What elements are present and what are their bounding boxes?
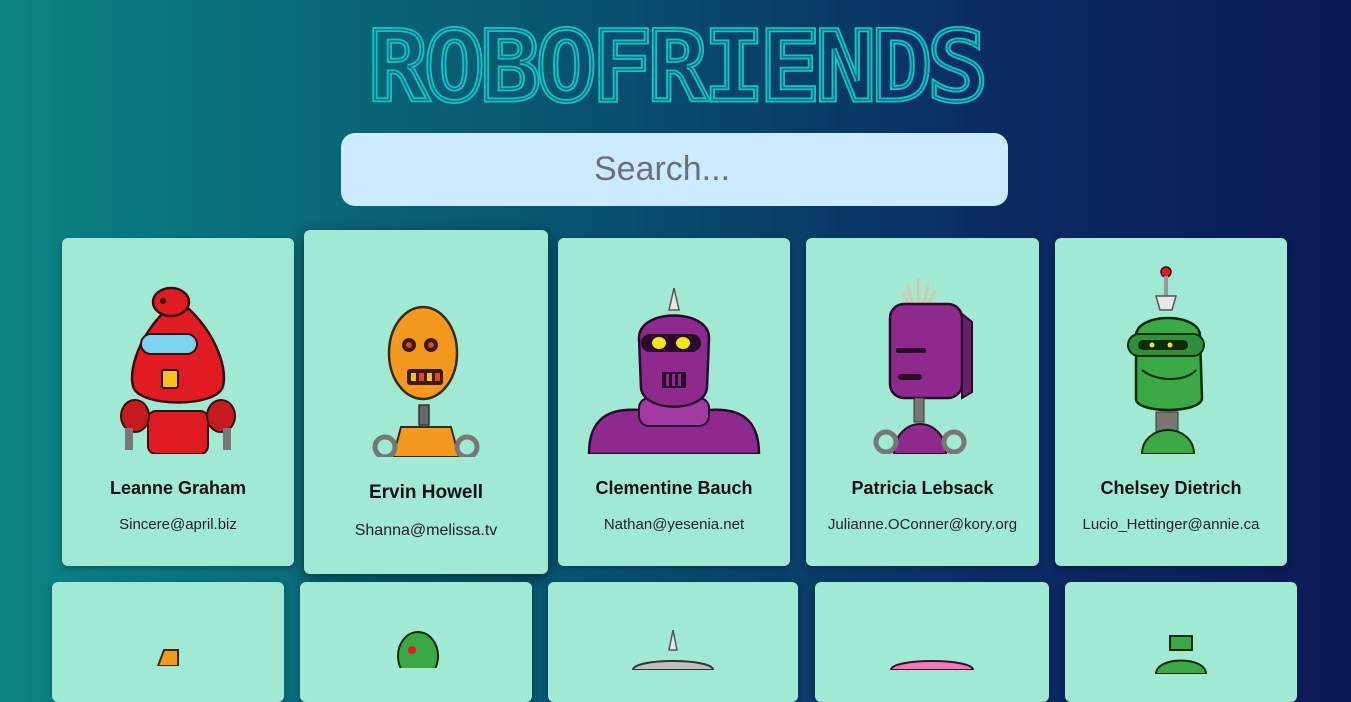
robot-card[interactable]: Leanne Graham Sincere@april.biz [62,238,294,566]
robot-email: Lucio_Hettinger@annie.ca [1082,516,1260,533]
robot-card[interactable] [1065,582,1297,702]
robot-card[interactable] [52,582,284,702]
robot-card[interactable] [548,582,798,702]
robot-avatar-image [120,286,236,454]
robot-avatar-image [587,288,761,454]
robot-avatar-image [156,649,179,666]
robot-name: Leanne Graham [109,478,247,498]
search-input[interactable] [341,133,1008,206]
robot-avatar-image [372,305,480,457]
robot-email: Julianne.OConner@kory.org [827,516,1018,533]
robot-name: Chelsey Dietrich [1100,478,1242,498]
robot-email: Sincere@april.biz [119,516,237,533]
svg-text:ROBOFRIENDS: ROBOFRIENDS [368,14,983,114]
robot-avatar-image [631,630,715,670]
robot-avatar-image [873,278,973,454]
robot-name: Ervin Howell [368,482,484,503]
robot-avatar-image [1154,635,1208,674]
robot-card[interactable]: Clementine Bauch Nathan@yesenia.net [558,238,790,566]
robot-avatar-image [1127,266,1205,454]
page-title: ROBOFRIENDS ROBOFRIENDS [0,14,1351,114]
robot-avatar-image [889,660,975,670]
robot-card[interactable]: Chelsey Dietrich Lucio_Hettinger@annie.c… [1055,238,1287,566]
robot-name: Patricia Lebsack [851,478,994,498]
robot-card[interactable] [300,582,532,702]
robot-card[interactable] [815,582,1049,702]
robot-name: Clementine Bauch [595,478,753,498]
robot-card[interactable]: Ervin Howell Shanna@melissa.tv [304,230,548,574]
robot-email: Nathan@yesenia.net [603,516,745,533]
robot-card[interactable]: Patricia Lebsack Julianne.OConner@kory.o… [806,238,1039,566]
robot-avatar-image [397,631,439,668]
robot-email: Shanna@melissa.tv [354,522,498,539]
